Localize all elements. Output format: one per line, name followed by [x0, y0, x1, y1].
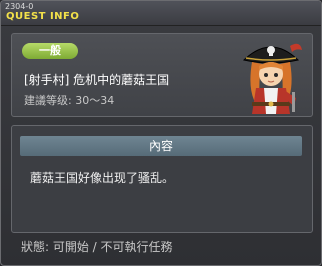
category-badge: 一般 — [22, 43, 78, 59]
pirate-captain-icon — [242, 43, 302, 114]
title-bar[interactable]: 2304-0 QUEST INFO — [1, 1, 321, 26]
quest-status: 狀態: 可開始 / 不可執行任務 — [21, 240, 173, 254]
content-header: 內容 — [20, 136, 302, 156]
recommended-level: 建議等级: 30～34 — [24, 94, 115, 107]
quest-id: 2304-0 — [5, 2, 34, 11]
quest-name: [射手村] 危机中的蘑菇王国 — [24, 73, 170, 87]
content-panel: 內容 蘑菇王国好像出现了骚乱。 — [11, 125, 313, 233]
window-title: QUEST INFO — [6, 11, 80, 22]
quest-summary-panel: 一般 [射手村] 危机中的蘑菇王国 建議等级: 30～34 — [11, 33, 313, 117]
quest-description: 蘑菇王国好像出现了骚乱。 — [30, 171, 175, 185]
quest-info-window: 2304-0 QUEST INFO 一般 [射手村] 危机中的蘑菇王国 建議等级… — [0, 0, 322, 266]
